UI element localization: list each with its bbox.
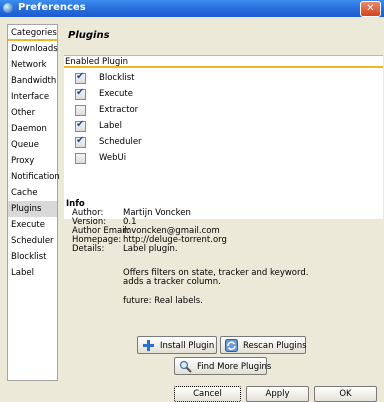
sidebar-item-queue[interactable]: Queue bbox=[8, 137, 57, 153]
sidebar-item-blocklist[interactable]: Blocklist bbox=[8, 249, 57, 265]
plugin-row-extractor[interactable]: Extractor bbox=[64, 102, 383, 118]
plugin-name: Label bbox=[99, 121, 122, 131]
plugin-checkbox[interactable]: ✔ bbox=[75, 135, 86, 148]
check-icon: ✔ bbox=[76, 71, 85, 82]
plugin-name: WebUi bbox=[99, 153, 127, 163]
cancel-button[interactable]: Cancel bbox=[174, 386, 241, 402]
details-line: adds a tracker column. bbox=[123, 277, 221, 287]
sidebar-item-other[interactable]: Other bbox=[8, 105, 57, 121]
plugin-checkbox[interactable] bbox=[75, 153, 86, 164]
sidebar-item-downloads[interactable]: Downloads bbox=[8, 41, 58, 57]
find-more-plugins-label: Find More Plugins bbox=[197, 362, 272, 372]
plugin-checkbox[interactable]: ✔ bbox=[75, 71, 86, 84]
magnifier-icon bbox=[179, 360, 192, 373]
refresh-icon bbox=[225, 339, 238, 352]
plugin-checkbox[interactable] bbox=[75, 105, 86, 116]
sidebar-item-plugins[interactable]: Plugins bbox=[8, 201, 57, 217]
check-icon: ✔ bbox=[76, 135, 85, 146]
plugin-name: Execute bbox=[99, 89, 133, 99]
install-plugin-label: Install Plugin bbox=[160, 341, 215, 351]
sidebar-item-daemon[interactable]: Daemon bbox=[8, 121, 57, 137]
categories-list: Categories Downloads Network Bandwidth I… bbox=[7, 24, 60, 381]
sidebar-item-execute[interactable]: Execute bbox=[8, 217, 57, 233]
close-button[interactable]: ✕ bbox=[360, 1, 381, 17]
details-line: future: Real labels. bbox=[123, 296, 203, 306]
sidebar-item-notification[interactable]: Notification bbox=[8, 169, 60, 185]
plugin-name: Scheduler bbox=[99, 137, 142, 147]
plus-icon bbox=[143, 340, 154, 351]
sidebar-item-bandwidth[interactable]: Bandwidth bbox=[8, 73, 57, 89]
plugin-name: Blocklist bbox=[99, 73, 135, 83]
plugin-list: Enabled Plugin ✔ Blocklist ✔ Execute Ext… bbox=[64, 55, 383, 219]
sidebar-item-scheduler[interactable]: Scheduler bbox=[8, 233, 57, 249]
apply-button[interactable]: Apply bbox=[246, 386, 309, 402]
rescan-plugins-label: Rescan Plugins bbox=[243, 341, 307, 351]
app-icon bbox=[3, 3, 13, 13]
check-icon: ✔ bbox=[76, 87, 85, 98]
check-icon: ✔ bbox=[76, 119, 85, 130]
details-label: Details: bbox=[72, 244, 105, 254]
title-bar: Preferences ✕ bbox=[0, 0, 384, 17]
plugin-row-label[interactable]: ✔ Label bbox=[64, 118, 383, 134]
plugin-row-webui[interactable]: WebUi bbox=[64, 150, 383, 166]
page-title: Plugins bbox=[68, 30, 110, 41]
categories-header: Categories bbox=[8, 25, 57, 41]
install-plugin-button[interactable]: Install Plugin bbox=[137, 336, 217, 354]
sidebar-item-label[interactable]: Label bbox=[8, 265, 57, 281]
plugin-row-scheduler[interactable]: ✔ Scheduler bbox=[64, 134, 383, 150]
sidebar-item-network[interactable]: Network bbox=[8, 57, 57, 73]
rescan-plugins-button[interactable]: Rescan Plugins bbox=[220, 336, 307, 354]
ok-button[interactable]: OK bbox=[314, 386, 377, 402]
sidebar-item-proxy[interactable]: Proxy bbox=[8, 153, 57, 169]
plugin-checkbox[interactable]: ✔ bbox=[75, 87, 86, 100]
plugin-name: Extractor bbox=[99, 105, 139, 115]
sidebar-item-interface[interactable]: Interface bbox=[8, 89, 57, 105]
plugin-row-execute[interactable]: ✔ Execute bbox=[64, 86, 383, 102]
find-more-plugins-button[interactable]: Find More Plugins bbox=[174, 357, 271, 375]
plugins-panel: Plugins Enabled Plugin ✔ Blocklist ✔ Exe… bbox=[60, 24, 383, 380]
plugin-checkbox[interactable]: ✔ bbox=[75, 119, 86, 132]
column-header-enabled-plugin[interactable]: Enabled Plugin bbox=[64, 56, 383, 68]
plugin-row-blocklist[interactable]: ✔ Blocklist bbox=[64, 70, 383, 86]
window-title: Preferences bbox=[18, 2, 86, 13]
sidebar-item-cache[interactable]: Cache bbox=[8, 185, 57, 201]
details-line: Label plugin. bbox=[123, 244, 178, 254]
